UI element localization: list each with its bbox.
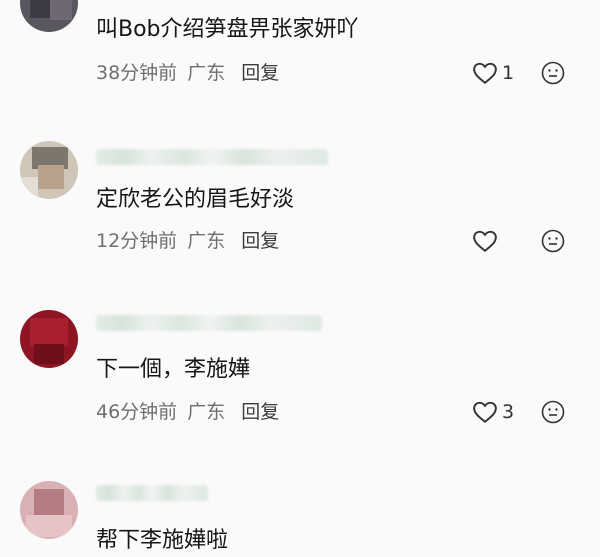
- comment-item: 叫Bob介绍笋盘畀张家妍吖 38分钟前 广东 回复 1: [0, 0, 600, 110]
- comment-location: 广东: [187, 401, 226, 423]
- like-count: 3: [502, 401, 515, 423]
- comment-text: 叫Bob介绍笋盘畀张家妍吖: [96, 17, 359, 42]
- like-button[interactable]: 3: [472, 399, 514, 425]
- avatar[interactable]: [20, 141, 78, 199]
- heart-outline-icon: [473, 401, 497, 423]
- reply-button[interactable]: 回复: [241, 401, 279, 423]
- comment-location: 广东: [187, 62, 226, 84]
- avatar[interactable]: [20, 481, 78, 539]
- username-blurred: [96, 315, 322, 331]
- comment-item: 下一個，李施嬅 46分钟前 广东 回复 3: [0, 300, 600, 440]
- neutral-face-icon[interactable]: [541, 400, 565, 424]
- reply-button[interactable]: 回复: [241, 62, 279, 84]
- comment-location: 广东: [187, 230, 226, 252]
- comment-meta: 12分钟前 广东 回复: [96, 229, 289, 253]
- comment-text: 帮下李施嬅啦: [96, 528, 229, 553]
- comment-text: 定欣老公的眉毛好淡: [96, 187, 295, 212]
- heart-outline-icon: [473, 230, 497, 252]
- comment-meta: 38分钟前 广东 回复: [96, 61, 289, 85]
- like-count: 1: [502, 62, 515, 84]
- comment-time: 38分钟前: [96, 62, 178, 84]
- comment-text: 下一個，李施嬅: [96, 357, 251, 382]
- username-blurred: [96, 149, 328, 165]
- avatar[interactable]: [20, 310, 78, 368]
- comment-item: 帮下李施嬅啦: [0, 470, 600, 557]
- comment-item: 定欣老公的眉毛好淡 12分钟前 广东 回复: [0, 130, 600, 270]
- avatar[interactable]: [20, 0, 78, 32]
- neutral-face-icon[interactable]: [541, 61, 565, 85]
- comment-time: 46分钟前: [96, 401, 178, 423]
- comment-meta: 46分钟前 广东 回复: [96, 400, 289, 424]
- reply-button[interactable]: 回复: [241, 230, 279, 252]
- username-blurred: [96, 485, 208, 501]
- comment-time: 12分钟前: [96, 230, 178, 252]
- like-button[interactable]: [472, 228, 502, 254]
- neutral-face-icon[interactable]: [541, 229, 565, 253]
- heart-outline-icon: [473, 62, 497, 84]
- like-button[interactable]: 1: [472, 60, 514, 86]
